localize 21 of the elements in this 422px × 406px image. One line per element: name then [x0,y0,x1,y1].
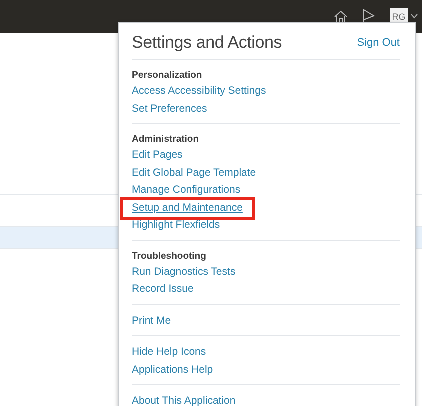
menu-link[interactable]: Manage Configurations [132,182,241,200]
menu-link[interactable]: Applications Help [132,362,214,379]
menu-link[interactable]: Set Preferences [132,100,208,118]
menu-link[interactable]: Print Me [132,312,172,330]
menu-link[interactable]: Run Diagnostics Tests [132,264,236,281]
menu-link[interactable]: Access Accessibility Settings [132,83,266,100]
section-heading: Troubleshooting [132,250,208,264]
sign-out-link[interactable]: Sign Out [357,37,400,49]
chevron-down-icon[interactable] [411,14,418,19]
menu-link[interactable]: Setup and Maintenance [123,200,252,217]
menu-link[interactable]: Edit Pages [132,147,183,164]
menu-link[interactable]: About This Application [132,393,236,406]
menu-link[interactable]: Highlight Flexfields [132,217,220,234]
home-icon[interactable] [334,10,348,24]
section-heading: Administration [132,133,200,147]
menu-link[interactable]: Hide Help Icons [132,344,206,362]
section-heading: Personalization [132,69,204,83]
menu-title: Settings and Actions [132,33,282,53]
menu-link[interactable]: Edit Global Page Template [132,164,256,182]
menu-link[interactable]: Record Issue [132,281,194,298]
flag-icon[interactable] [362,8,376,24]
